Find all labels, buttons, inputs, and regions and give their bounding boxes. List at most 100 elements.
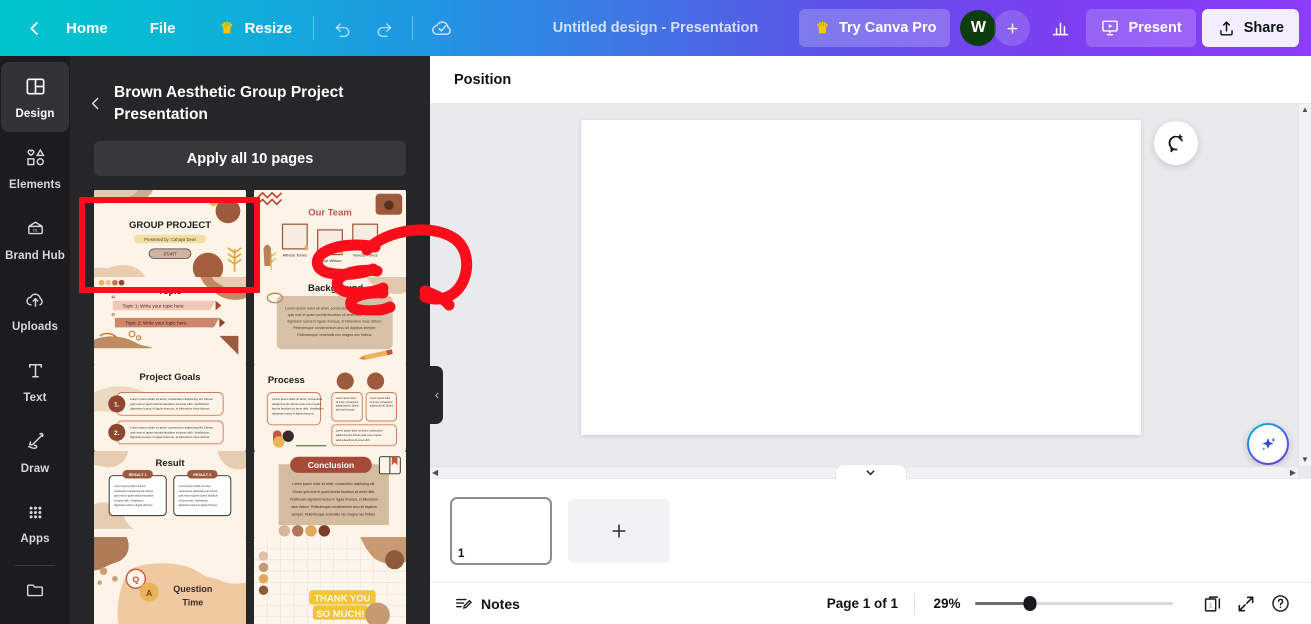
svg-text:adipiscing elit. Donec quis er: adipiscing elit. Donec quis erat et quam	[272, 402, 322, 406]
page-thumbnail-1[interactable]: 1	[450, 496, 552, 565]
svg-text:RESULT 2: RESULT 2	[193, 473, 211, 477]
svg-text:Question: Question	[173, 584, 212, 594]
canva-editor-window: Home File ♛ Resize Untitled design - Pre…	[0, 0, 1311, 624]
resize-button[interactable]: ♛ Resize	[206, 10, 305, 46]
svg-text:Our Team: Our Team	[308, 208, 352, 219]
insights-button[interactable]	[1040, 8, 1080, 48]
svg-text:Presented by: Cahaya Dewi: Presented by: Cahaya Dewi	[144, 237, 196, 242]
svg-text:Project Goals: Project Goals	[139, 372, 200, 383]
sidebar-item-elements[interactable]: Elements	[1, 133, 69, 203]
svg-text:Topic: Topic	[158, 286, 181, 296]
file-menu-button[interactable]: File	[138, 10, 188, 46]
svg-text:Lorem ipsum dolor sit amet,: Lorem ipsum dolor sit amet,	[179, 484, 212, 488]
sidebar-item-label: Design	[15, 107, 55, 120]
present-label: Present	[1128, 20, 1182, 36]
add-collaborator-button[interactable]	[994, 10, 1031, 46]
crown-icon: ♛	[815, 19, 830, 37]
template-thumb-question-time[interactable]: Q A Question Time	[94, 537, 246, 624]
svg-text:Topic 2: Write your topic here: Topic 2: Write your topic here	[125, 321, 187, 327]
svg-text:semper. Pellentesque venenatis: semper. Pellentesque venenatis nec magna…	[292, 512, 376, 516]
canvas-vertical-scrollbar[interactable]: ▲ ▼	[1298, 104, 1311, 466]
avatar[interactable]: W	[960, 10, 997, 46]
template-thumb-our-team[interactable]: Our Team Alfredo Torres Olivia Wilson Ye…	[254, 190, 406, 278]
svg-text:dignissim luctus in ligula rho: dignissim luctus in ligula rhoncus.	[179, 503, 218, 507]
svg-text:Vestibulum dignissim luctus in: Vestibulum dignissim luctus in ligula rh…	[290, 497, 378, 501]
notes-button[interactable]: Notes	[446, 589, 528, 618]
svg-text:adipiscing elit. Donec quis er: adipiscing elit. Donec quis erat et quam	[336, 433, 383, 437]
cloud-saved-icon[interactable]	[422, 8, 462, 48]
svg-text:risus dictum. Pellentesque con: risus dictum. Pellentesque condimentum a…	[291, 505, 377, 509]
svg-text:Lorem ipsum dolor sit amet, co: Lorem ipsum dolor sit amet, consectetur …	[292, 482, 375, 486]
sidebar-item-uploads[interactable]: Uploads	[1, 275, 69, 345]
layout-design-icon	[24, 75, 47, 103]
template-thumb-result[interactable]: Result RESULT 1 Lorem ipsum dolor sit am…	[94, 450, 246, 538]
triangle-up-icon[interactable]: ▲	[1301, 106, 1309, 114]
slide-canvas[interactable]	[581, 120, 1141, 435]
svg-text:Yeness Torres: Yeness Torres	[353, 253, 378, 258]
panel-title: Brown Aesthetic Group Project Presentati…	[114, 84, 344, 124]
folder-icon	[24, 579, 46, 606]
zoom-level[interactable]: 29%	[915, 596, 975, 611]
top-toolbar-left: Home File ♛ Resize	[0, 0, 462, 56]
triangle-right-icon[interactable]: ▶	[1290, 468, 1296, 477]
sidebar-item-design[interactable]: Design	[1, 62, 69, 132]
share-button[interactable]: Share	[1201, 9, 1299, 47]
panel-back-button[interactable]	[82, 88, 108, 118]
sidebar-item-apps[interactable]: Apps	[1, 488, 69, 558]
bottom-status-bar: Notes Page 1 of 1 29% 1	[430, 582, 1311, 624]
add-page-button[interactable]	[568, 498, 670, 563]
template-thumb-background[interactable]: Background Lorem ipsum dolor sit amet, c…	[254, 277, 406, 365]
page-view-button[interactable]: 1	[1195, 587, 1229, 621]
apply-all-label: Apply all 10 pages	[186, 150, 314, 167]
page-indicator[interactable]: Page 1 of 1	[811, 596, 914, 611]
resize-label: Resize	[244, 19, 293, 37]
magic-studio-button[interactable]	[1247, 423, 1289, 465]
canvas-area[interactable]: ▲ ▼ ◀ ▶	[430, 104, 1311, 478]
panel-collapse-handle[interactable]	[430, 366, 443, 424]
svg-text:quis erat et quam lacinia fauc: quis erat et quam lacinia faucibus sit a…	[130, 402, 210, 406]
svg-text:“: “	[111, 311, 115, 321]
try-canva-pro-button[interactable]: ♛ Try Canva Pro	[798, 9, 951, 47]
svg-text:Lorem ipsum dolor: Lorem ipsum dolor	[370, 397, 390, 400]
template-thumb-topic[interactable]: Topic “ Topic 1: Write your topic here “…	[94, 277, 246, 365]
pages-strip-collapse-button[interactable]	[834, 464, 907, 480]
collaborators: W	[960, 10, 1031, 46]
redo-button[interactable]	[363, 8, 403, 48]
back-button[interactable]	[14, 8, 54, 48]
svg-text:sit amet nibh. Vestibulum: sit amet nibh. Vestibulum	[179, 498, 209, 502]
svg-text:Lorem ipsum dolor sit amet, co: Lorem ipsum dolor sit amet, consectetur	[272, 397, 322, 401]
template-thumb-thank-you[interactable]: THANK YOU SO MUCH!	[254, 537, 406, 624]
sidebar-item-brand-hub[interactable]: co. Brand Hub	[1, 204, 69, 274]
svg-text:Q: Q	[132, 575, 139, 585]
zoom-slider-knob[interactable]	[1023, 596, 1037, 611]
avatar-initial: W	[970, 19, 987, 36]
template-thumb-process[interactable]: Process Lorem ipsum dolor sit amet, cons…	[254, 363, 406, 452]
svg-text:adipiscing elit. Donec: adipiscing elit. Donec	[370, 405, 394, 408]
svg-text:adipiscing elit. Donec: adipiscing elit. Donec	[336, 405, 360, 408]
svg-text:Pellentesque venenatis nec mag: Pellentesque venenatis nec magna nec fin…	[297, 333, 372, 337]
help-button[interactable]	[1263, 587, 1297, 621]
undo-button[interactable]	[323, 8, 363, 48]
apps-grid-icon	[25, 502, 46, 528]
sidebar-item-text[interactable]: Text	[1, 346, 69, 416]
svg-text:consectetur adipiscing elit. D: consectetur adipiscing elit. Donec	[179, 488, 219, 492]
svg-text:GROUP PROJECT: GROUP PROJECT	[129, 220, 211, 231]
triangle-left-icon[interactable]: ◀	[432, 468, 438, 477]
template-thumb-conclusion[interactable]: Conclusion Lorem ipsum dolor sit amet, c…	[254, 450, 406, 538]
fullscreen-button[interactable]	[1229, 587, 1263, 621]
cloud-upload-icon	[24, 288, 47, 316]
template-thumb-group-project-cover[interactable]: GROUP PROJECT Presented by: Cahaya Dewi …	[94, 190, 246, 278]
triangle-down-icon[interactable]: ▼	[1301, 456, 1309, 464]
svg-text:sit amet, consectetur: sit amet, consectetur	[336, 401, 359, 404]
present-button[interactable]: Present	[1086, 9, 1196, 47]
apply-all-pages-button[interactable]: Apply all 10 pages	[94, 140, 406, 177]
template-thumb-project-goals[interactable]: Project Goals 1. Lorem ipsum dolor sit a…	[94, 363, 246, 452]
svg-text:Alfredo Torres: Alfredo Torres	[283, 253, 308, 258]
sidebar-item-projects[interactable]	[1, 570, 69, 614]
add-comment-button[interactable]	[1154, 121, 1198, 165]
zoom-slider[interactable]	[975, 596, 1173, 611]
position-button[interactable]: Position	[446, 66, 519, 94]
sidebar-item-draw[interactable]: Draw	[1, 417, 69, 487]
home-button[interactable]: Home	[54, 10, 120, 46]
brand-hub-icon: co.	[24, 217, 47, 245]
